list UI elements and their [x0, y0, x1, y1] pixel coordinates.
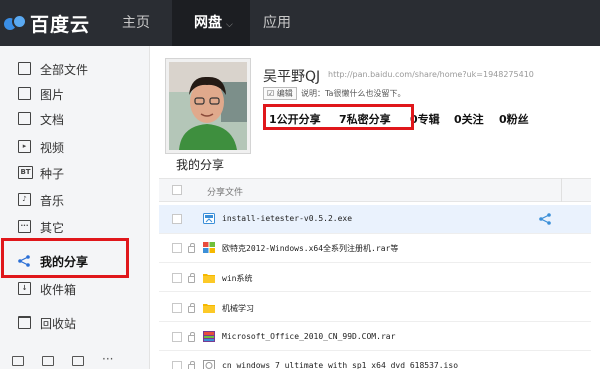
row-checkbox[interactable] [172, 273, 182, 283]
other-icon: ··· [18, 220, 31, 233]
lock-icon [188, 361, 195, 369]
lock-icon [188, 243, 195, 253]
highlight-box-my-shares [1, 238, 129, 278]
sidebar-item-label: 文档 [40, 112, 65, 127]
stat-albums[interactable]: 0专辑 [410, 111, 440, 127]
section-title: 我的分享 [176, 158, 225, 172]
file-name[interactable]: cn_windows_7_ultimate_with_sp1_x64_dvd_6… [222, 361, 458, 369]
profile-description: 说明：Ta很懒什么也没留下。 [301, 89, 406, 98]
share-icon[interactable] [539, 213, 551, 225]
inbox-icon: ↓ [18, 282, 31, 295]
mobile-icon[interactable] [72, 356, 84, 366]
lock-icon [188, 332, 195, 342]
client-download-icons: ··· [12, 353, 118, 366]
stat-label: 专辑 [417, 113, 440, 126]
avatar[interactable] [165, 58, 251, 154]
sidebar-item-label: 回收站 [40, 316, 77, 331]
music-icon: ♪ [18, 193, 31, 206]
nav-home[interactable]: 主页 [122, 0, 150, 46]
sidebar-item-label: 图片 [40, 87, 65, 102]
row-checkbox[interactable] [172, 361, 182, 369]
sidebar-item-music[interactable]: ♪ 音乐 [0, 190, 150, 210]
video-icon: ▸ [18, 140, 31, 153]
sidebar-item-all-files[interactable]: 全部文件 [0, 59, 150, 79]
select-all-checkbox[interactable] [172, 185, 182, 195]
chevron-down-icon[interactable]: ⌵ [226, 20, 233, 30]
sidebar-item-torrents[interactable]: BT 种子 [0, 163, 150, 183]
sidebar-item-images[interactable]: 图片 [0, 84, 150, 104]
exe-file-icon [203, 213, 215, 224]
nav-apps[interactable]: 应用 [263, 0, 291, 46]
edit-label: 编辑 [276, 89, 293, 98]
column-divider [561, 178, 562, 202]
share-home-url[interactable]: http://pan.baidu.com/share/home?uk=19482… [328, 70, 534, 79]
sidebar-item-label: 音乐 [40, 193, 65, 208]
sidebar-item-label: 收件箱 [40, 282, 77, 297]
rar-file-icon [203, 331, 215, 342]
highlight-box-share-stats [263, 104, 414, 130]
sidebar-item-videos[interactable]: ▸ 视频 [0, 137, 150, 157]
sidebar-item-other[interactable]: ··· 其它 [0, 217, 150, 237]
sidebar-item-label: 视频 [40, 140, 65, 155]
sidebar-item-label: 全部文件 [40, 62, 89, 77]
folder-name[interactable]: 机械学习 [222, 303, 254, 314]
sidebar-item-label: 种子 [40, 166, 65, 181]
stat-label: 粉丝 [506, 113, 529, 126]
trash-icon [18, 316, 31, 329]
cloud-logo-icon [4, 14, 28, 32]
windows-app-icon [203, 242, 215, 253]
document-icon [18, 112, 31, 125]
column-header-shared-files: 分享文件 [207, 188, 244, 198]
image-icon [18, 87, 31, 100]
more-icon[interactable]: ··· [102, 353, 118, 366]
sidebar-item-recycle-bin[interactable]: 回收站 [0, 313, 150, 333]
stat-value: 0 [454, 113, 462, 126]
baidu-cloud-logo[interactable]: 百度云 [4, 10, 90, 36]
folder-name[interactable]: win系统 [222, 273, 252, 284]
edit-button[interactable]: ☑ 编辑 [263, 87, 297, 100]
stat-label: 关注 [461, 113, 484, 126]
row-checkbox[interactable] [172, 332, 182, 342]
windows-icon[interactable] [12, 356, 24, 366]
stat-followers[interactable]: 0粉丝 [499, 111, 529, 127]
lock-icon [188, 303, 195, 313]
top-navigation-bar: 百度云 主页 网盘 ⌵ 应用 [0, 0, 600, 46]
file-name[interactable]: Microsoft_Office_2010_CN_99D.COM.rar [222, 332, 395, 341]
row-checkbox[interactable] [172, 243, 182, 253]
stat-value: 0 [499, 113, 507, 126]
folder-icon [203, 274, 215, 283]
iso-file-icon [203, 360, 215, 369]
logo-text: 百度云 [30, 13, 91, 36]
bt-torrent-icon: BT [18, 166, 33, 179]
user-name: 吴平野QJ [263, 69, 321, 85]
row-checkbox[interactable] [172, 214, 182, 224]
folder-icon [203, 304, 215, 313]
row-checkbox[interactable] [172, 303, 182, 313]
sidebar-item-label: 其它 [40, 220, 65, 235]
file-name[interactable]: install-ietester-v0.5.2.exe [222, 214, 352, 223]
avatar-photo [169, 62, 247, 150]
sidebar-item-inbox[interactable]: ↓ 收件箱 [0, 279, 150, 299]
nav-netdisk-label: 网盘 [194, 15, 222, 31]
sidebar-item-documents[interactable]: 文档 [0, 109, 150, 129]
android-icon[interactable] [42, 356, 54, 366]
stat-following[interactable]: 0关注 [454, 111, 484, 127]
nav-netdisk[interactable]: 网盘 ⌵ [172, 0, 250, 46]
file-name[interactable]: 欧特克2012-Windows.x64全系列注册机.rar等 [222, 243, 398, 254]
all-files-icon [18, 62, 31, 75]
lock-icon [188, 273, 195, 283]
